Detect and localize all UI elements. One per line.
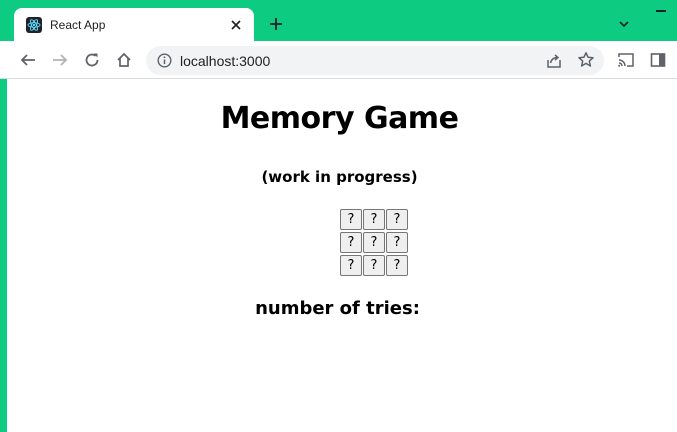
card-button[interactable]: ?: [340, 255, 362, 276]
page-subtitle: (work in progress): [261, 168, 418, 186]
back-arrow-icon[interactable]: [18, 50, 38, 70]
address-bar[interactable]: localhost:3000: [146, 46, 604, 75]
minimize-icon[interactable]: [656, 10, 666, 12]
chevron-down-icon[interactable]: [616, 16, 632, 32]
react-logo-icon: [26, 16, 42, 33]
card-button[interactable]: ?: [386, 209, 408, 230]
tab-strip: React App: [0, 0, 677, 41]
close-tab-icon[interactable]: [228, 17, 244, 33]
tries-label: number of tries:: [255, 298, 420, 319]
card-button[interactable]: ?: [386, 255, 408, 276]
card-grid: ? ? ? ? ? ? ? ? ?: [340, 209, 408, 276]
page-viewport: Memory Game (work in progress) ? ? ? ? ?…: [7, 79, 677, 432]
card-button[interactable]: ?: [363, 209, 385, 230]
page-title: Memory Game: [220, 101, 459, 136]
tab-title: React App: [50, 17, 106, 32]
reload-icon[interactable]: [82, 50, 102, 70]
card-button[interactable]: ?: [386, 232, 408, 253]
card-button[interactable]: ?: [363, 232, 385, 253]
bookmark-star-icon[interactable]: [577, 51, 595, 69]
card-button[interactable]: ?: [363, 255, 385, 276]
browser-toolbar: localhost:3000: [0, 41, 677, 79]
url-text: localhost:3000: [180, 53, 271, 69]
side-panel-icon[interactable]: [648, 50, 668, 70]
forward-arrow-icon[interactable]: [50, 50, 70, 70]
tries-counter: number of tries:: [0, 298, 677, 319]
share-icon[interactable]: [545, 52, 563, 70]
site-info-icon[interactable]: [156, 52, 173, 69]
cast-icon[interactable]: [616, 50, 636, 70]
home-icon[interactable]: [114, 50, 134, 70]
card-button[interactable]: ?: [340, 209, 362, 230]
new-tab-plus-icon[interactable]: [266, 14, 286, 34]
browser-tab[interactable]: React App: [14, 8, 254, 41]
card-button[interactable]: ?: [340, 232, 362, 253]
